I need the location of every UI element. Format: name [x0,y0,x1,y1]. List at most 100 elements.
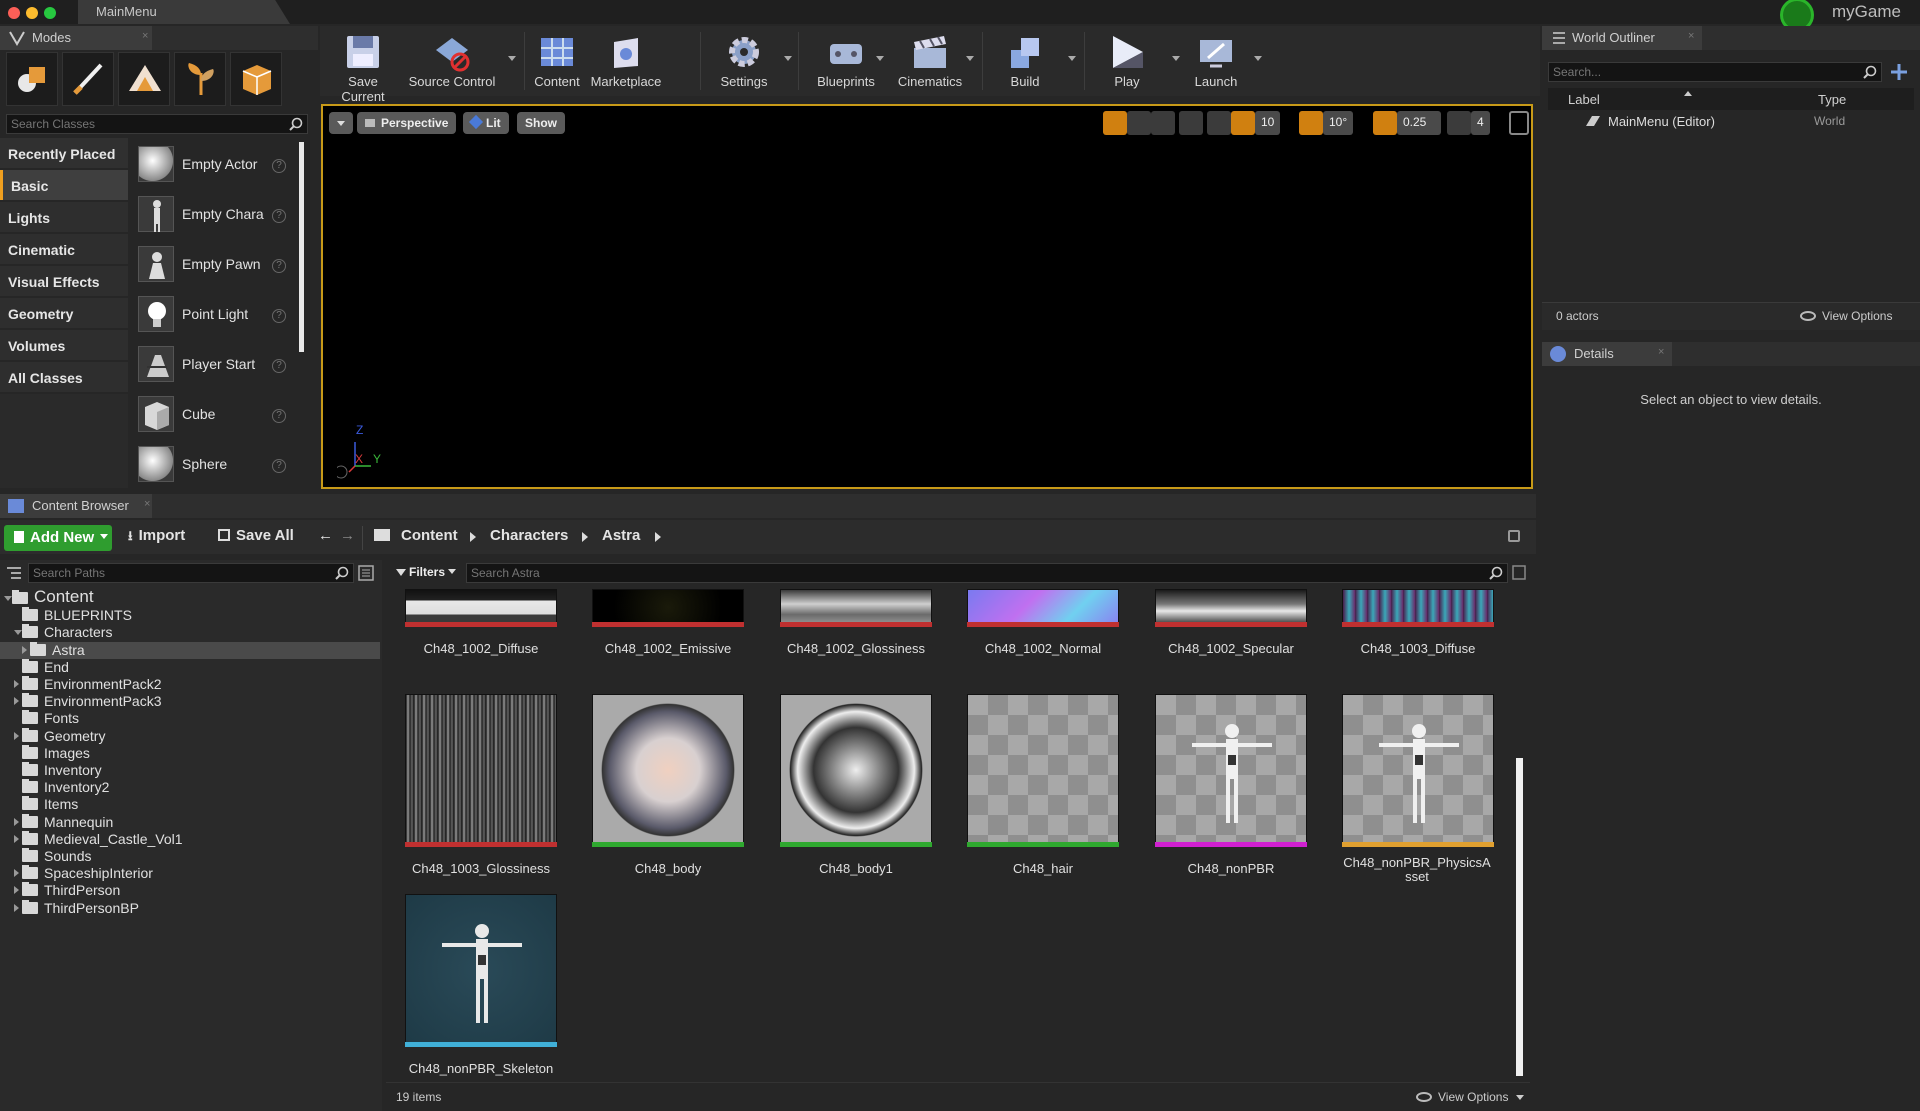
path-view-options-icon[interactable] [358,565,374,581]
folder-tree-item[interactable]: Medieval_Castle_Vol1 [0,830,380,848]
folder-tree-item[interactable]: Content [0,587,380,607]
landscape-mode-button[interactable] [118,52,170,106]
cinematics-dropdown-icon[interactable] [966,56,974,61]
geometry-edit-mode-button[interactable] [230,52,282,106]
source-control-dropdown-icon[interactable] [508,56,516,61]
show-button[interactable]: Show [517,112,565,134]
expand-arrow-icon[interactable] [14,697,19,706]
expand-arrow-icon[interactable] [14,869,19,878]
help-icon[interactable]: ? [272,159,286,173]
asset-tile[interactable]: Ch48_1002_Specular [1155,474,1309,656]
translate-mode-icon[interactable] [1103,111,1127,135]
expand-arrow-icon[interactable] [14,731,19,740]
level-tab[interactable]: MainMenu [78,0,290,24]
expand-arrow-icon[interactable] [14,834,19,843]
content-button[interactable]: Content [532,26,582,96]
settings-button[interactable]: Settings [708,26,780,96]
collapse-arrow-icon[interactable] [14,630,22,636]
create-folder-icon[interactable] [1888,62,1910,82]
settings-dropdown-icon[interactable] [784,56,792,61]
close-tab-icon[interactable]: × [142,30,148,42]
surface-snapping-icon[interactable] [1207,111,1231,135]
minimize-window-button[interactable] [26,7,38,19]
modes-tab[interactable]: Modes × [0,26,152,50]
place-mode-button[interactable] [6,52,58,106]
asset-tile[interactable]: Ch48_body [592,694,746,876]
cinematics-button[interactable]: Cinematics [890,26,970,96]
category-lights[interactable]: Lights [0,202,128,232]
folder-tree-item[interactable]: Astra [0,641,380,659]
folder-tree-item[interactable]: Inventory2 [0,779,380,796]
search-paths-field[interactable] [28,563,354,583]
category-cinematic[interactable]: Cinematic [0,234,128,264]
breadcrumb-arrow-icon[interactable] [582,532,588,542]
save-search-icon[interactable] [1512,565,1526,581]
class-item-sphere[interactable]: Sphere ? [132,442,296,488]
search-paths-input[interactable] [33,565,323,581]
launch-dropdown-icon[interactable] [1254,56,1262,61]
asset-tile[interactable]: Ch48_1003_Diffuse [1342,474,1496,656]
help-icon[interactable]: ? [272,409,286,423]
build-button[interactable]: Build [990,26,1060,96]
build-dropdown-icon[interactable] [1068,56,1076,61]
marketplace-button[interactable]: Marketplace [586,26,666,96]
import-button[interactable]: ⭳ Import [128,527,185,549]
help-icon[interactable]: ? [272,259,286,273]
category-volumes[interactable]: Volumes [0,330,128,360]
asset-tile[interactable]: Ch48_1002_Emissive [592,474,746,656]
add-new-button[interactable]: Add New [4,525,112,551]
history-forward-button[interactable]: → [340,527,355,544]
folder-tree-item[interactable]: Images [0,744,380,762]
close-window-button[interactable] [8,7,20,19]
rotation-snap-value[interactable]: 10° [1323,111,1354,135]
asset-tile[interactable]: Ch48_hair [967,694,1121,876]
world-coordinates-icon[interactable] [1179,111,1203,135]
rotation-snap-icon[interactable] [1299,111,1323,135]
category-all-classes[interactable]: All Classes [0,362,128,392]
help-icon[interactable]: ? [272,309,286,323]
paint-mode-button[interactable] [62,52,114,106]
perspective-button[interactable]: Perspective [357,112,457,134]
folder-tree-item[interactable]: Inventory [0,762,380,779]
class-item-player-start[interactable]: Player Start ? [132,342,296,388]
class-list-scrollbar[interactable] [299,142,304,352]
collapse-arrow-icon[interactable] [4,596,12,601]
expand-arrow-icon[interactable] [14,886,19,895]
viewport-options-button[interactable] [329,112,353,134]
class-item-point-light[interactable]: Point Light ? [132,292,296,338]
help-icon[interactable]: ? [272,359,286,373]
blueprints-button[interactable]: Blueprints [806,26,886,96]
save-current-button[interactable]: Save Current [326,26,400,104]
asset-view-scrollbar[interactable] [1516,758,1523,1076]
world-outliner-tab[interactable]: World Outliner × [1542,26,1702,50]
class-item-empty-actor[interactable]: Empty Actor ? [132,142,296,188]
label-column-header[interactable]: Label [1568,92,1600,107]
folder-tree-item[interactable]: Fonts [0,710,380,727]
asset-tile[interactable]: Ch48_nonPBR_PhysicsAsset [1342,694,1496,884]
outliner-view-options[interactable]: View Options [1822,309,1892,323]
grid-snap-icon[interactable] [1231,111,1255,135]
lit-button[interactable]: Lit [463,112,509,134]
details-tab[interactable]: Details × [1542,342,1672,366]
asset-tile[interactable]: Ch48_1002_Diffuse [405,474,559,656]
close-tab-icon[interactable]: × [144,498,150,510]
folder-tree-item[interactable]: EnvironmentPack3 [0,693,380,710]
asset-tile[interactable]: Ch48_nonPBR_Skeleton [405,894,559,1076]
expand-arrow-icon[interactable] [14,680,19,688]
source-control-button[interactable]: Source Control [406,26,498,96]
folder-tree-item[interactable]: EnvironmentPack2 [0,676,380,693]
maximize-window-button[interactable] [44,7,56,19]
folder-tree-item[interactable]: Geometry [0,727,380,745]
asset-view-options[interactable]: View Options [1438,1090,1508,1104]
scale-snap-icon[interactable] [1373,111,1397,135]
class-item-empty-pawn[interactable]: Empty Pawn ? [132,242,296,288]
asset-tile[interactable]: Ch48_body1 [780,694,934,876]
category-basic[interactable]: Basic [0,170,128,200]
scale-snap-value[interactable]: 0.25 [1397,111,1441,135]
category-geometry[interactable]: Geometry [0,298,128,328]
blueprints-dropdown-icon[interactable] [876,56,884,61]
folder-tree-item[interactable]: End [0,658,380,676]
scale-mode-icon[interactable] [1151,111,1175,135]
outliner-search-input[interactable] [1553,64,1853,80]
history-back-button[interactable]: ← [318,527,333,544]
